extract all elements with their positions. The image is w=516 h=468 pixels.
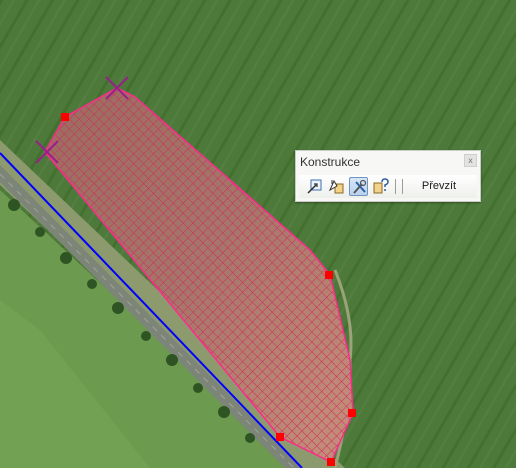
construction-toolbar: Převzít (299, 175, 477, 198)
help-button[interactable] (371, 177, 390, 196)
construction-tools-button[interactable] (349, 177, 368, 196)
draw-polygon-button[interactable] (305, 177, 324, 196)
map-canvas[interactable] (0, 0, 516, 468)
construction-panel: Konstrukce x Převzít (295, 150, 481, 202)
toolbar-separator (402, 179, 403, 194)
vertex[interactable] (325, 271, 333, 279)
vertex[interactable] (327, 458, 335, 466)
accept-button[interactable]: Převzít (409, 177, 469, 196)
close-icon[interactable]: x (464, 154, 477, 167)
draw-polygon-icon (307, 179, 322, 194)
edit-shape-icon (328, 179, 344, 194)
vertex[interactable] (61, 113, 69, 121)
panel-title: Konstrukce (300, 155, 361, 169)
edit-shape-button[interactable] (327, 177, 346, 196)
construction-tools-icon (353, 179, 367, 194)
toolbar-separator (395, 179, 396, 194)
help-icon (373, 178, 389, 194)
vertex[interactable] (276, 433, 284, 441)
vertex[interactable] (348, 409, 356, 417)
